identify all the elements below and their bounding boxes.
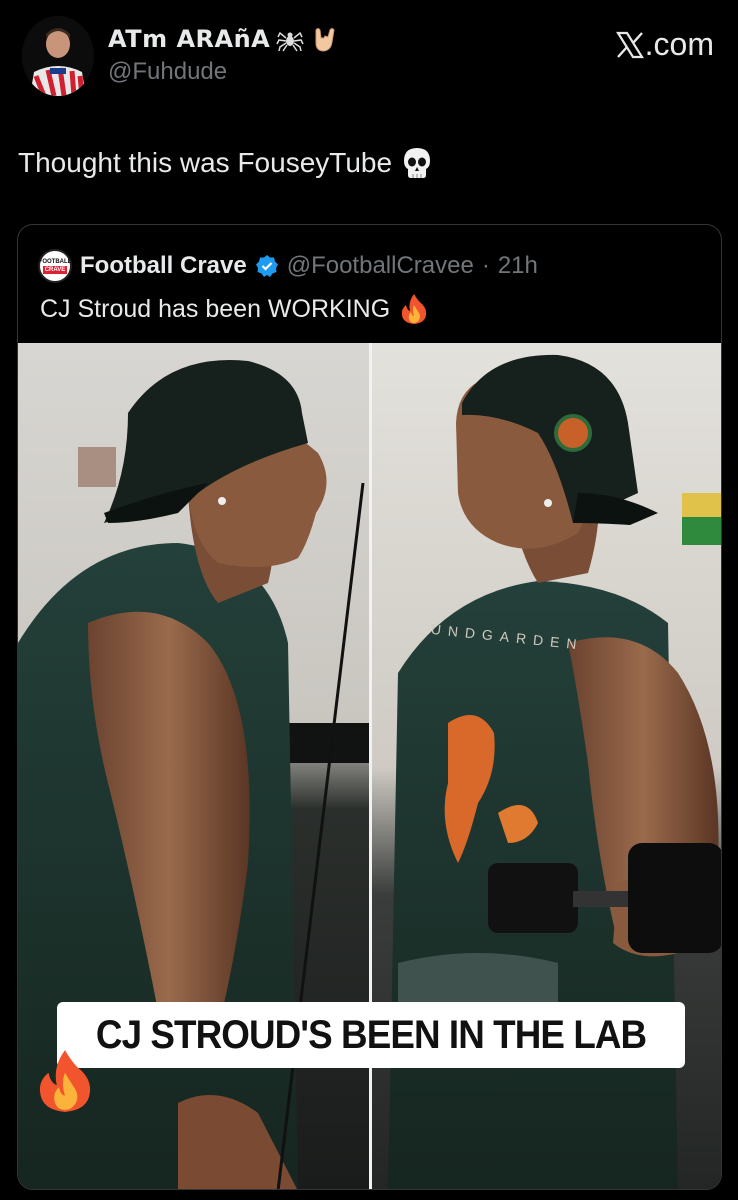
rock-hand-icon	[315, 28, 335, 52]
user-avatar[interactable]	[22, 16, 94, 96]
avatar-text-bottom: CRAVE	[42, 265, 68, 274]
quoted-tweet-text: CJ Stroud has been WORKING	[40, 293, 428, 325]
image-caption-box: CJ STROUD'S BEEN IN THE LAB	[57, 1002, 685, 1068]
quoted-avatar[interactable]: FOOTBALL CRAVE	[38, 249, 72, 283]
tweet-text: Thought this was FouseyTube	[18, 146, 432, 180]
image-caption: CJ STROUD'S BEEN IN THE LAB	[95, 1012, 647, 1057]
x-com-brand: .com	[615, 26, 714, 63]
x-logo-icon	[615, 31, 644, 58]
quoted-time[interactable]: 21h	[498, 252, 538, 280]
quoted-tweet-header: FOOTBALL CRAVE Football Crave @FootballC…	[38, 249, 538, 283]
tweet-header: ATm ARAñA @Fuhdude .com	[22, 16, 714, 106]
avatar-image	[22, 16, 94, 96]
display-name[interactable]: ATm ARAñA	[108, 25, 270, 53]
fire-icon	[39, 1050, 91, 1112]
verified-badge-icon	[255, 255, 278, 277]
fire-icon	[401, 294, 427, 324]
tweet-body: Thought this was FouseyTube	[18, 147, 393, 178]
skull-icon	[404, 148, 431, 178]
user-handle[interactable]: @Fuhdude	[108, 58, 340, 86]
separator-dot: ·	[481, 252, 490, 279]
quoted-display-name[interactable]: Football Crave	[80, 252, 247, 280]
spider-icon	[276, 31, 304, 52]
avatar-text-top: FOOTBALL	[38, 258, 72, 265]
quoted-body: CJ Stroud has been WORKING	[40, 294, 391, 323]
brand-text: .com	[644, 26, 714, 62]
quoted-handle[interactable]: @FootballCravee	[287, 252, 474, 280]
